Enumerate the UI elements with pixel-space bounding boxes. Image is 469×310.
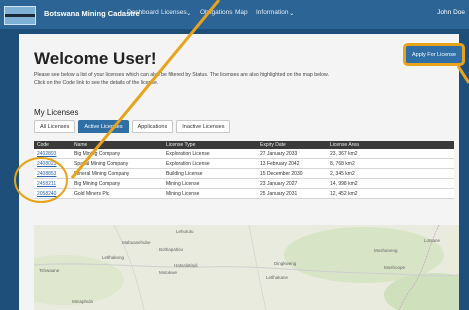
intro-text: Please see below a list of your licenses… [34,72,364,87]
col-expiry-date: Expiry Date [257,141,327,149]
table-row: 2458211 Big Mining Company Mining Licens… [34,178,454,189]
license-expiry: 25 January 2031 [257,188,327,199]
license-area: 23, 367 km2 [327,149,454,159]
map-place-label: Letlhakeng [102,255,125,260]
map-place-label: Mmaphula [72,299,94,304]
nav-licenses[interactable]: Licenses [161,9,187,16]
page-title: Welcome User! [34,49,157,68]
license-type: Mining License [163,178,257,189]
map-place-label: Moshoope [384,265,406,270]
map-place-label: Bothapatlou [159,247,184,252]
tab-inactive-licenses[interactable]: Inactive Licenses [176,120,231,133]
licenses-table: Code Name License Type Expiry Date Licen… [34,141,454,199]
table-row: 2058240 Gold Miners Plc Mining License 2… [34,188,454,199]
license-name: Spatial Mining Company [71,158,163,169]
license-expiry: 27 January 2033 [257,149,327,159]
top-navbar: Botswana Mining Cadastre Dashboard Licen… [0,0,469,29]
brand-title[interactable]: Botswana Mining Cadastre [44,9,140,18]
table-row: 2408023 Spatial Mining Company Explorati… [34,158,454,169]
map-place-label: Mabuasehube [122,240,151,245]
license-expiry: 23 January 2027 [257,178,327,189]
map-place-label: Hatsalatladi [174,263,198,268]
license-code-link[interactable]: 2408023 [37,161,56,167]
license-type: Exploration License [163,149,257,159]
nav-map[interactable]: Map [235,9,248,16]
license-area: 12, 452 km2 [327,188,454,199]
license-type: Building License [163,168,257,179]
user-menu[interactable]: John Doe [437,9,465,16]
map-place-label: Moshaneng [374,248,398,253]
intro-line-1: Please see below a list of your licenses… [34,72,329,78]
tab-active-licenses[interactable]: Active Licenses [78,120,129,133]
license-name: Big Mining Company [71,149,163,159]
license-type: Exploration License [163,158,257,169]
license-code-link[interactable]: 2058240 [37,191,56,197]
license-area: 14, 998 km2 [327,178,454,189]
table-row: 2408853 Mineral Mining Company Building … [34,168,454,179]
license-type: Mining License [163,188,257,199]
nav-dashboard[interactable]: Dashboard [127,9,159,16]
map-place-label: Lehututu [176,229,194,234]
license-area: 8, 768 km2 [327,158,454,169]
licenses-heading: My Licenses [34,108,79,117]
table-header-row: Code Name License Type Expiry Date Licen… [34,141,454,149]
col-license-type: License Type [163,141,257,149]
apply-for-license-button[interactable]: Apply For License [406,46,462,63]
map-place-label: Dingkweng [274,261,297,266]
license-name: Gold Miners Plc [71,188,163,199]
license-code-link[interactable]: 2402893 [37,151,56,157]
license-expiry: 15 December 2030 [257,168,327,179]
license-area: 2, 345 km2 [327,168,454,179]
license-code-link[interactable]: 2458211 [37,181,56,187]
license-status-tabs: All Licenses Active Licenses Application… [34,120,231,133]
license-name: Mineral Mining Company [71,168,163,179]
main-content: Welcome User! Please see below a list of… [19,34,462,310]
nav-obligations[interactable]: Obligations [200,9,233,16]
map-place-label: Motokwe [159,270,178,275]
tab-all-licenses[interactable]: All Licenses [34,120,76,133]
license-code-link[interactable]: 2408853 [37,171,56,177]
licenses-map[interactable]: Lehututu Mabuasehube Bothapatlou Letlhak… [34,225,459,310]
flag-logo-icon[interactable] [4,6,36,25]
intro-line-2: Click on the Code link to see the detail… [34,79,159,86]
map-place-label: Lotsane [424,238,441,243]
nav-licenses-chevron-icon[interactable]: ⌄ [186,9,191,17]
col-license-area: License Area [327,141,454,149]
license-name: Big Mining Company [71,178,163,189]
nav-information[interactable]: Information [256,9,289,16]
map-place-label: Tshwaane [39,268,60,273]
col-code: Code [34,141,71,149]
license-expiry: 13 February 2042 [257,158,327,169]
table-row: 2402893 Big Mining Company Exploration L… [34,149,454,159]
tab-applications[interactable]: Applications [131,120,174,133]
map-place-label: Letlhakane [266,275,289,280]
col-name: Name [71,141,163,149]
nav-information-chevron-icon[interactable]: ⌄ [289,9,294,17]
